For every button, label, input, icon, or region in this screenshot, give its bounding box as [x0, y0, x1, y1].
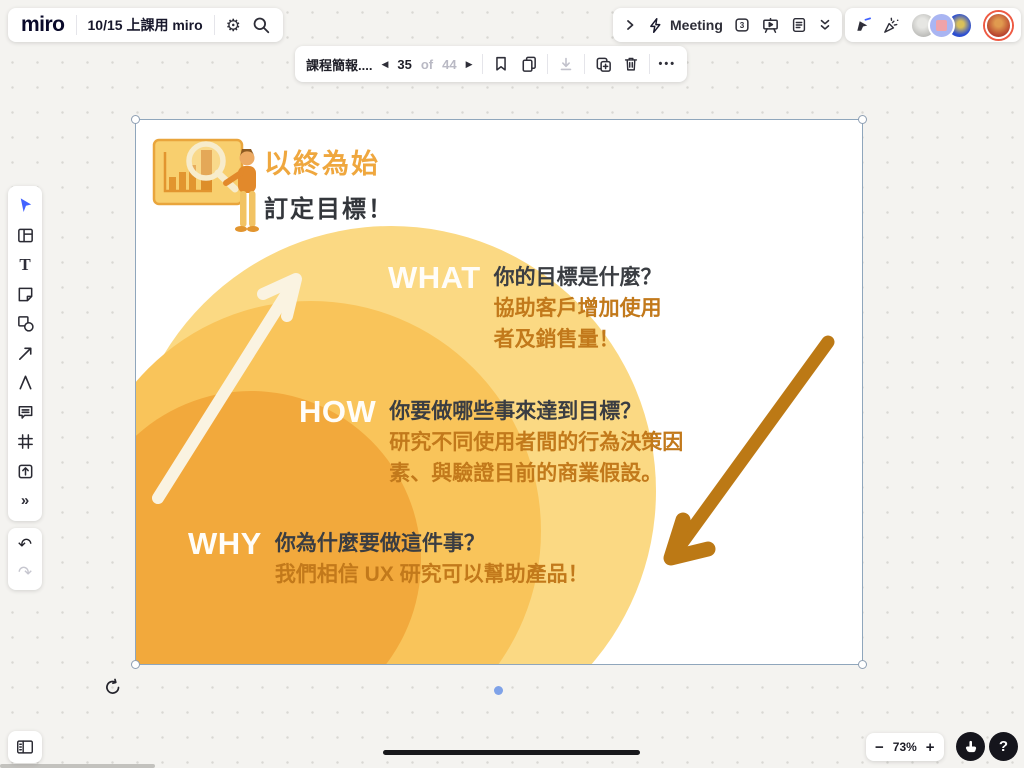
- expand-chevron-icon[interactable]: [623, 18, 637, 32]
- miro-logo[interactable]: miro: [21, 13, 65, 37]
- collapse-double-chevron-icon[interactable]: [818, 18, 832, 32]
- slide-title-accent: 以終為始: [264, 142, 394, 181]
- zoom-out-button[interactable]: −: [875, 739, 884, 756]
- selected-slide-frame[interactable]: 以終為始 訂定目標！ WHAT 你的目標是什麼？ 協助客戶增加使用 者及銷售量！…: [135, 119, 863, 665]
- own-avatar[interactable]: [985, 12, 1012, 39]
- section-text: 你為什麼要做這件事？ 我們相信 UX 研究可以幫助產品！: [275, 528, 589, 590]
- zoom-controls-card: − 73% +: [866, 733, 944, 761]
- pen-tool[interactable]: [8, 368, 42, 398]
- divider: [482, 54, 483, 74]
- templates-tool[interactable]: [8, 221, 42, 251]
- select-cursor-tool[interactable]: [8, 191, 42, 221]
- analytics-illustration: [152, 132, 274, 236]
- selection-handle-bottom-right[interactable]: [858, 660, 867, 669]
- divider: [76, 15, 77, 35]
- meeting-toolbar-card: Meeting 3: [613, 8, 842, 42]
- horizontal-scrollbar[interactable]: [0, 764, 155, 768]
- undo-redo-card: ↶ ↷: [8, 528, 42, 590]
- of-label: of: [421, 57, 433, 72]
- creation-toolbar-card: T »: [8, 186, 42, 521]
- connector-arrow-tool[interactable]: [8, 339, 42, 369]
- meeting-label: Meeting: [670, 17, 723, 33]
- section-answer-line: 我們相信 UX 研究可以幫助產品！: [275, 559, 589, 590]
- present-easel-icon[interactable]: [761, 16, 780, 35]
- help-button[interactable]: ?: [989, 732, 1018, 761]
- text-tool[interactable]: T: [8, 250, 42, 280]
- bookmark-icon[interactable]: [492, 55, 510, 73]
- section-label: WHAT: [388, 262, 481, 355]
- section-question: 你的目標是什麼？: [494, 262, 662, 293]
- slide-title-sub: 訂定目標！: [264, 189, 394, 224]
- meeting-button[interactable]: Meeting: [647, 17, 723, 34]
- section-answer-line: 研究不同使用者間的行為決策因: [389, 427, 683, 458]
- collaborator-presence-dot: [494, 686, 503, 695]
- next-page-button[interactable]: ▶: [466, 59, 473, 70]
- divider: [584, 54, 585, 74]
- duplicate-icon[interactable]: [594, 55, 613, 74]
- divider: [547, 54, 548, 74]
- dark-down-arrow: [671, 342, 828, 558]
- section-what: WHAT 你的目標是什麼？ 協助客戶增加使用 者及銷售量！: [388, 262, 662, 355]
- interactive-mode-hand-icon[interactable]: [956, 732, 985, 761]
- slides-panel-icon[interactable]: 3: [733, 16, 751, 34]
- notes-doc-icon[interactable]: [790, 16, 808, 34]
- total-page-number: 44: [442, 57, 456, 72]
- upload-tool[interactable]: [8, 457, 42, 487]
- comment-tool[interactable]: [8, 398, 42, 428]
- previous-page-button[interactable]: ◀: [381, 59, 388, 70]
- lightning-icon: [647, 17, 664, 34]
- undo-icon[interactable]: ↶: [18, 535, 32, 555]
- slide-title-block: 以終為始 訂定目標！: [264, 142, 394, 224]
- current-page-number: 35: [397, 57, 411, 72]
- document-name[interactable]: 課程簡報....: [306, 55, 372, 74]
- sticky-note-tool[interactable]: [8, 280, 42, 310]
- section-how: HOW 你要做哪些事來達到目標？ 研究不同使用者間的行為決策因 素、與驗證目前的…: [299, 396, 683, 489]
- selection-handle-bottom-left[interactable]: [131, 660, 140, 669]
- rotate-handle-icon[interactable]: [104, 678, 122, 696]
- zoom-in-button[interactable]: +: [926, 739, 935, 756]
- reactions-party-icon[interactable]: [882, 16, 901, 35]
- svg-text:3: 3: [740, 21, 745, 30]
- collaboration-card: [845, 8, 1021, 42]
- frames-panel-card: [8, 731, 42, 763]
- section-why: WHY 你為什麼要做這件事？ 我們相信 UX 研究可以幫助產品！: [188, 528, 589, 590]
- collaborator-avatar[interactable]: [928, 12, 955, 39]
- section-text: 你要做哪些事來達到目標？ 研究不同使用者間的行為決策因 素、與驗證目前的商業假設…: [389, 396, 683, 489]
- more-options-icon[interactable]: •••: [659, 58, 677, 70]
- section-label: HOW: [299, 396, 376, 489]
- app-header-card: miro 10/15 上課用 miro ⚙: [8, 8, 283, 42]
- slide-content: 以終為始 訂定目標！ WHAT 你的目標是什麼？ 協助客戶增加使用 者及銷售量！…: [136, 120, 862, 664]
- follow-cursor-icon[interactable]: [854, 16, 873, 35]
- section-question: 你要做哪些事來達到目標？: [389, 396, 683, 427]
- frame-tool[interactable]: [8, 427, 42, 457]
- section-answer-line: 素、與驗證目前的商業假設。: [389, 458, 683, 489]
- trash-icon[interactable]: [622, 55, 640, 73]
- pages-stack-icon[interactable]: [519, 55, 538, 74]
- slide-toolbar-card: 課程簡報.... ◀ 35 of 44 ▶ •••: [295, 46, 687, 82]
- selection-handle-top-right[interactable]: [858, 115, 867, 124]
- download-icon: [557, 55, 575, 73]
- shapes-tool[interactable]: [8, 309, 42, 339]
- section-text: 你的目標是什麼？ 協助客戶增加使用 者及銷售量！: [494, 262, 662, 355]
- board-title[interactable]: 10/15 上課用 miro: [88, 15, 203, 35]
- section-question: 你為什麼要做這件事？: [275, 528, 589, 559]
- divider: [649, 54, 650, 74]
- divider: [214, 15, 215, 35]
- avatar-group: [910, 12, 973, 39]
- more-tools-icon[interactable]: »: [8, 486, 42, 516]
- section-answer-line: 協助客戶增加使用: [494, 293, 662, 324]
- miro-app: { "theme": { "accent-blue": "#4262FF", "…: [0, 0, 1024, 768]
- search-icon[interactable]: [252, 16, 270, 34]
- section-answer-line: 者及銷售量！: [494, 324, 662, 355]
- settings-gear-icon[interactable]: ⚙: [226, 17, 241, 34]
- selection-handle-top-left[interactable]: [131, 115, 140, 124]
- frames-panel-icon[interactable]: [15, 737, 35, 757]
- redo-icon: ↷: [18, 563, 32, 583]
- bottom-dock-handle[interactable]: [383, 750, 640, 755]
- section-label: WHY: [188, 528, 262, 590]
- zoom-level[interactable]: 73%: [893, 740, 917, 754]
